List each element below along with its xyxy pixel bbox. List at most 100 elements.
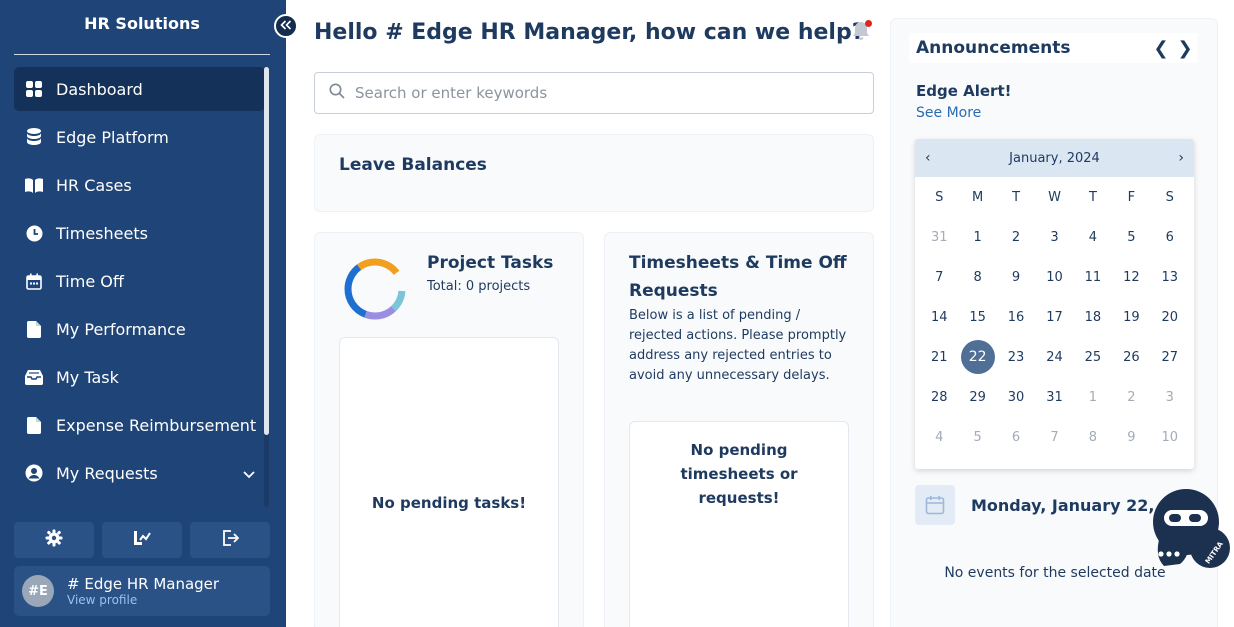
calendar-day[interactable]: 28	[920, 377, 958, 417]
logout-button[interactable]	[190, 522, 270, 558]
calendar-day[interactable]: 4	[920, 417, 958, 457]
calendar-day-number: 6	[1011, 429, 1021, 445]
calendar-day-number: 16	[1007, 309, 1025, 325]
sidebar-item-expense-reimbursement[interactable]: Expense Reimbursement	[14, 403, 265, 447]
calendar-day[interactable]: 14	[920, 297, 958, 337]
profile-card[interactable]: #E # Edge HR Manager View profile	[14, 566, 270, 616]
sidebar-item-edge-platform[interactable]: Edge Platform	[14, 115, 265, 159]
calendar-day[interactable]: 11	[1074, 257, 1112, 297]
calendar-icon	[25, 272, 43, 290]
calendar-day[interactable]: 3	[1035, 217, 1073, 257]
calendar-day[interactable]: 6	[997, 417, 1035, 457]
calendar-day[interactable]: 17	[1035, 297, 1073, 337]
calendar-day[interactable]: 5	[1112, 217, 1150, 257]
notifications-button[interactable]	[850, 20, 872, 42]
calendar-day[interactable]: 8	[958, 257, 996, 297]
notification-dot	[865, 20, 872, 27]
calendar-day-number: 2	[1127, 389, 1136, 405]
calendar-day[interactable]: 2	[997, 217, 1035, 257]
calendar-next-button[interactable]: ›	[1178, 150, 1184, 166]
announcements-prev-button[interactable]: ❮	[1153, 38, 1169, 59]
calendar-day-number: 7	[935, 269, 944, 285]
calendar-day[interactable]: 31	[920, 217, 958, 257]
calendar-day[interactable]: 10	[1151, 417, 1189, 457]
scrollbar-thumb[interactable]	[264, 67, 269, 435]
calendar-day-number: 2	[1011, 229, 1021, 245]
calendar-prev-button[interactable]: ‹	[925, 150, 931, 166]
sidebar-item-label: Dashboard	[56, 79, 143, 99]
project-total: Total: 0 projects	[427, 279, 531, 294]
calendar-day[interactable]: 1	[1074, 377, 1112, 417]
calendar-day[interactable]: 12	[1112, 257, 1150, 297]
project-progress-donut	[344, 258, 406, 320]
timesheets-card: Timesheets & Time Off Requests Below is …	[604, 232, 874, 627]
calendar-day[interactable]: 23	[997, 337, 1035, 377]
calendar-day[interactable]: 19	[1112, 297, 1150, 337]
database-icon	[25, 128, 43, 146]
view-profile-link[interactable]: View profile	[67, 593, 219, 607]
calendar-day[interactable]: 15	[958, 297, 996, 337]
calendar-day[interactable]: 21	[920, 337, 958, 377]
calendar-icon	[915, 485, 955, 525]
sidebar-scrollbar[interactable]	[264, 67, 269, 507]
sidebar-item-timesheets[interactable]: Timesheets	[14, 211, 265, 255]
chevron-down-icon[interactable]	[243, 464, 255, 483]
sidebar-toolbar	[14, 522, 270, 558]
calendar-day[interactable]: 7	[1035, 417, 1073, 457]
sidebar-item-hr-cases[interactable]: HR Cases	[14, 163, 265, 207]
sidebar-item-my-requests[interactable]: My Requests	[14, 451, 265, 495]
calendar-day[interactable]: 20	[1151, 297, 1189, 337]
calendar-day[interactable]: 30	[997, 377, 1035, 417]
calendar-day-number: 30	[1007, 389, 1025, 405]
calendar-day[interactable]: 26	[1112, 337, 1150, 377]
announcements-next-button[interactable]: ❯	[1177, 38, 1193, 59]
calendar-day-number: 22	[960, 340, 995, 374]
logout-icon	[221, 529, 240, 551]
weekday-label: T	[1088, 189, 1097, 205]
calendar-day[interactable]: 1	[958, 217, 996, 257]
calendar-day-number: 10	[1161, 429, 1179, 445]
calendar-day[interactable]: 25	[1074, 337, 1112, 377]
see-more-link[interactable]: See More	[916, 105, 981, 121]
calendar-day[interactable]: 4	[1074, 217, 1112, 257]
calendar-day[interactable]: 3	[1151, 377, 1189, 417]
sidebar-item-label: My Requests	[56, 463, 158, 483]
brand-divider	[14, 54, 270, 55]
document-icon	[25, 416, 43, 434]
calendar-day[interactable]: 9	[1112, 417, 1150, 457]
calendar-day-number: 5	[973, 429, 982, 445]
calendar-day-selected[interactable]: 22	[958, 337, 996, 377]
calendar-day-number: 21	[930, 349, 948, 365]
sidebar-item-label: Edge Platform	[56, 127, 169, 147]
calendar-day-number: 3	[1050, 229, 1059, 245]
sidebar-item-label: Expense Reimbursement	[56, 415, 257, 435]
sidebar-item-label: HR Cases	[56, 175, 132, 195]
sidebar-item-my-task[interactable]: My Task	[14, 355, 265, 399]
calendar-day[interactable]: 31	[1035, 377, 1073, 417]
calendar-day[interactable]: 13	[1151, 257, 1189, 297]
sidebar-item-my-performance[interactable]: My Performance	[14, 307, 265, 351]
calendar-day[interactable]: 27	[1151, 337, 1189, 377]
calendar-day[interactable]: 5	[958, 417, 996, 457]
mitra-assistant-button[interactable]: MITRA	[1150, 486, 1232, 572]
calendar-day[interactable]: 29	[958, 377, 996, 417]
sidebar-item-time-off[interactable]: Time Off	[14, 259, 265, 303]
sidebar-item-dashboard[interactable]: Dashboard	[14, 67, 265, 111]
search-input[interactable]	[355, 84, 835, 102]
calendar-month: January, 2024	[1009, 150, 1100, 166]
reports-button[interactable]	[102, 522, 182, 558]
calendar-day[interactable]: 9	[997, 257, 1035, 297]
clock-icon	[25, 224, 43, 242]
calendar-day[interactable]: 7	[920, 257, 958, 297]
calendar-day[interactable]: 8	[1074, 417, 1112, 457]
collapse-sidebar-button[interactable]	[274, 14, 298, 38]
dashboard-icon	[25, 80, 43, 98]
calendar-day[interactable]: 6	[1151, 217, 1189, 257]
settings-button[interactable]	[14, 522, 94, 558]
calendar-day[interactable]: 2	[1112, 377, 1150, 417]
calendar-day-number: 8	[1088, 429, 1098, 445]
calendar-day[interactable]: 10	[1035, 257, 1073, 297]
calendar-day[interactable]: 24	[1035, 337, 1073, 377]
calendar-day[interactable]: 18	[1074, 297, 1112, 337]
calendar-day[interactable]: 16	[997, 297, 1035, 337]
